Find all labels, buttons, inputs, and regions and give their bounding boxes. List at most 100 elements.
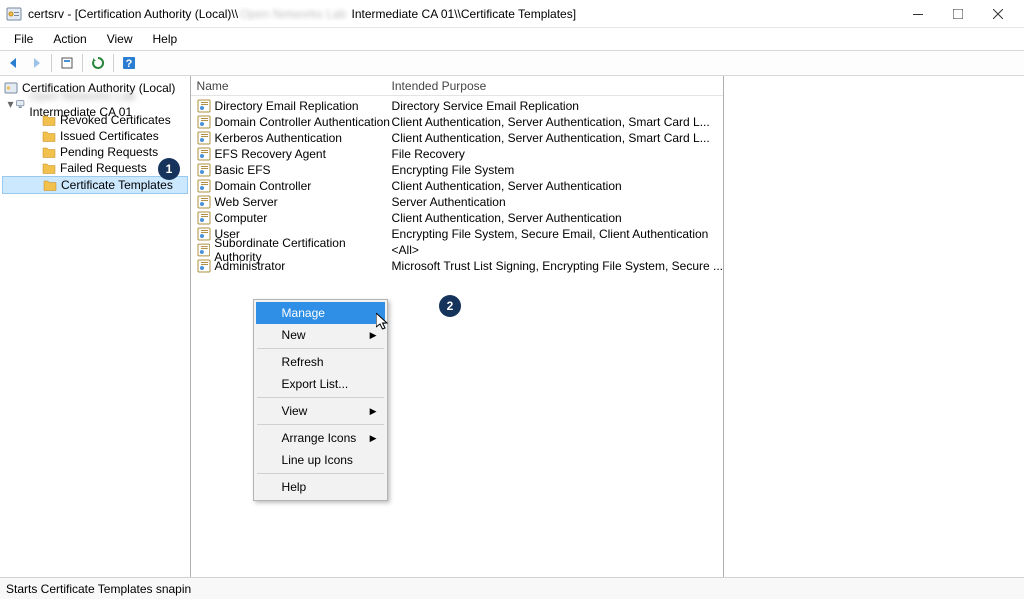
list-item-purpose: <All> [392, 243, 723, 257]
collapse-icon[interactable]: ▾ [6, 96, 15, 112]
minimize-button[interactable] [898, 0, 938, 28]
tree-pane[interactable]: Certification Authority (Local) ▾ Open N… [0, 76, 191, 577]
folder-icon [42, 113, 56, 127]
cert-template-icon [197, 147, 211, 161]
cert-template-icon [197, 163, 211, 177]
maximize-button[interactable] [938, 0, 978, 28]
right-empty-pane [724, 76, 1024, 577]
help-toolbar-button[interactable]: ? [119, 53, 139, 73]
cert-template-icon [197, 259, 211, 273]
list-item-name: Domain Controller Authentication [215, 115, 390, 129]
context-menu-item-label: View [282, 404, 308, 418]
refresh-button[interactable] [88, 53, 108, 73]
context-menu-manage[interactable]: Manage [256, 302, 385, 324]
tree-item-label: Issued Certificates [60, 128, 159, 144]
options-button[interactable] [57, 53, 77, 73]
cert-template-icon [197, 211, 211, 225]
list-item-purpose: Directory Service Email Replication [392, 99, 723, 113]
context-menu[interactable]: ManageNew▶RefreshExport List...View▶Arra… [253, 299, 388, 501]
context-menu-item-label: Arrange Icons [282, 431, 357, 445]
context-menu-refresh[interactable]: Refresh [256, 351, 385, 373]
list-item[interactable]: Domain Controller Authentication Client … [191, 114, 723, 130]
tree-item-label: Pending Requests [60, 144, 158, 160]
list-item-purpose: Server Authentication [392, 195, 723, 209]
context-menu-help[interactable]: Help [256, 476, 385, 498]
context-menu-new[interactable]: New▶ [256, 324, 385, 346]
menu-help[interactable]: Help [143, 30, 188, 48]
list-item[interactable]: Domain Controller Client Authentication,… [191, 178, 723, 194]
menu-view[interactable]: View [97, 30, 143, 48]
tree-item-pending-requests[interactable]: Pending Requests [2, 144, 188, 160]
list-item-name: Administrator [215, 259, 286, 273]
context-menu-view[interactable]: View ▶ [256, 400, 385, 422]
tree-ca-node[interactable]: ▾ Open Networks Lab Intermediate CA 01 [2, 96, 188, 112]
context-menu-item-label: Export List... [282, 377, 349, 391]
menu-action[interactable]: Action [43, 30, 96, 48]
list-item[interactable]: Kerberos Authentication Client Authentic… [191, 130, 723, 146]
list-item-purpose: Client Authentication, Server Authentica… [392, 115, 723, 129]
list-item-purpose: Microsoft Trust List Signing, Encrypting… [392, 259, 723, 273]
tree-item-label: Failed Requests [60, 160, 147, 176]
list-rows: Directory Email Replication Directory Se… [191, 96, 723, 274]
cert-template-icon [197, 243, 211, 257]
list-item[interactable]: Web Server Server Authentication [191, 194, 723, 210]
list-item-name: Domain Controller [215, 179, 312, 193]
col-purpose[interactable]: Intended Purpose [392, 79, 723, 93]
submenu-arrow-icon: ▶ [370, 406, 377, 417]
pc-icon [15, 97, 25, 111]
list-item[interactable]: Computer Client Authentication, Server A… [191, 210, 723, 226]
list-item[interactable]: EFS Recovery Agent File Recovery [191, 146, 723, 162]
list-main[interactable]: Name Intended Purpose Directory Email Re… [191, 76, 724, 577]
list-item-name: Directory Email Replication [215, 99, 359, 113]
list-item[interactable]: Subordinate Certification Authority <All… [191, 242, 723, 258]
cert-template-icon [197, 99, 211, 113]
svg-text:?: ? [126, 58, 133, 70]
list-item-purpose: Encrypting File System [392, 163, 723, 177]
cert-template-icon [197, 195, 211, 209]
cert-template-icon [197, 115, 211, 129]
context-menu-arrange-icons[interactable]: Arrange Icons ▶ [256, 427, 385, 449]
context-menu-separator [257, 473, 384, 474]
tree-item-label: Certificate Templates [61, 177, 173, 193]
submenu-arrow-icon: ▶ [370, 433, 377, 444]
list-item[interactable]: Basic EFS Encrypting File System [191, 162, 723, 178]
folder-icon [42, 161, 56, 175]
list-item[interactable]: Directory Email Replication Directory Se… [191, 98, 723, 114]
context-menu-export-list[interactable]: Export List... [256, 373, 385, 395]
context-menu-item-label: Help [282, 480, 307, 494]
toolbar-sep [51, 54, 52, 72]
cert-template-icon [197, 131, 211, 145]
folder-icon [42, 145, 56, 159]
list-item-purpose: Client Authentication, Server Authentica… [392, 211, 723, 225]
app-icon [6, 6, 22, 22]
back-button[interactable] [4, 53, 24, 73]
context-menu-line-up-icons[interactable]: Line up Icons [256, 449, 385, 471]
forward-button[interactable] [26, 53, 46, 73]
context-menu-separator [257, 397, 384, 398]
annotation-badge-1: 1 [158, 158, 180, 180]
toolbar-sep [82, 54, 83, 72]
window-title: certsrv - [Certification Authority (Loca… [28, 7, 898, 21]
folder-icon [43, 178, 57, 192]
context-menu-item-label: Refresh [282, 355, 324, 369]
context-menu-item-label: Manage [282, 306, 325, 320]
list-item-purpose: File Recovery [392, 147, 723, 161]
submenu-arrow-icon: ▶ [370, 330, 377, 341]
window-controls [898, 0, 1018, 28]
list-pane: Name Intended Purpose Directory Email Re… [191, 76, 1024, 577]
context-menu-separator [257, 424, 384, 425]
menubar: File Action View Help [0, 28, 1024, 50]
toolbar-sep [113, 54, 114, 72]
menu-file[interactable]: File [4, 30, 43, 48]
list-header[interactable]: Name Intended Purpose [191, 76, 723, 96]
col-name[interactable]: Name [197, 79, 392, 93]
list-item[interactable]: Administrator Microsoft Trust List Signi… [191, 258, 723, 274]
list-item-name: Kerberos Authentication [215, 131, 342, 145]
statusbar: Starts Certificate Templates snapin [0, 577, 1024, 599]
tree-item-certificate-templates[interactable]: Certificate Templates [2, 176, 188, 194]
annotation-badge-2: 2 [439, 295, 461, 317]
toolbar: ? [0, 50, 1024, 76]
titlebar: certsrv - [Certification Authority (Loca… [0, 0, 1024, 28]
tree-item-issued-certificates[interactable]: Issued Certificates [2, 128, 188, 144]
close-button[interactable] [978, 0, 1018, 28]
